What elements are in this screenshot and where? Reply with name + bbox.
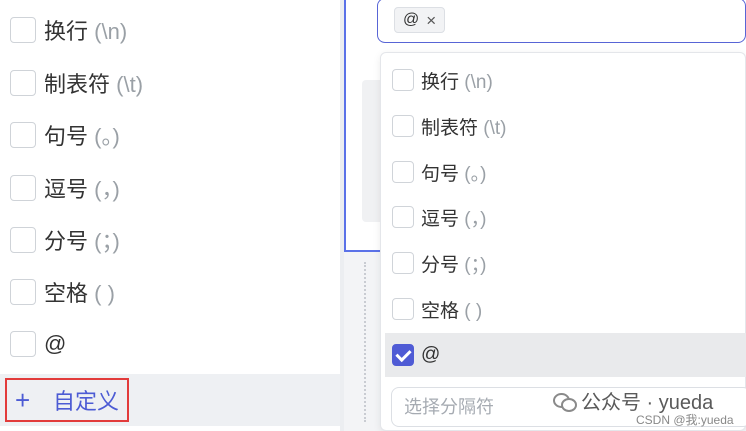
separator-dropdown: 换行 (\n) 制表符 (\t) 句号 (。) 逗号 (，) 分号 (；) 空格… — [380, 52, 746, 431]
left-option-period[interactable]: 句号 (。) — [0, 113, 340, 157]
option-label: @ — [421, 344, 441, 365]
checked-checkbox[interactable] — [392, 344, 414, 366]
option-hint: (；) — [464, 254, 487, 276]
csdn-watermark: CSDN @我:yueda — [636, 413, 734, 427]
option-label: 制表符 — [421, 117, 479, 139]
option-hint: ( ) — [464, 300, 483, 322]
checkbox[interactable] — [10, 17, 36, 43]
dropdown-option-semicolon[interactable]: 分号 (；) — [385, 241, 746, 285]
option-label: 制表符 — [44, 72, 111, 97]
option-label: 逗号 — [421, 208, 460, 230]
checkbox[interactable] — [392, 161, 414, 183]
checkbox[interactable] — [392, 69, 414, 91]
custom-separator-button[interactable]: + 自定义 — [0, 374, 340, 426]
option-label: 句号 — [44, 124, 89, 149]
option-label: 分号 — [44, 229, 89, 254]
checkbox[interactable] — [10, 70, 36, 96]
option-label: 句号 — [421, 163, 460, 185]
left-option-tab[interactable]: 制表符 (\t) — [0, 61, 340, 105]
checkbox[interactable] — [392, 115, 414, 137]
option-hint: (\n) — [94, 19, 128, 44]
option-label: 换行 — [44, 19, 89, 44]
tag-label: @ — [403, 11, 420, 28]
checkbox[interactable] — [10, 122, 36, 148]
dropdown-option-comma[interactable]: 逗号 (，) — [385, 195, 746, 239]
option-hint: (。) — [464, 163, 487, 185]
separator-select[interactable]: @ × — [377, 0, 746, 43]
option-label: 空格 — [421, 300, 460, 322]
left-option-newline[interactable]: 换行 (\n) — [0, 8, 340, 52]
option-hint: (；) — [94, 229, 120, 254]
option-hint: (\t) — [116, 72, 144, 97]
dropdown-option-period[interactable]: 句号 (。) — [385, 150, 746, 194]
option-label: 空格 — [44, 281, 89, 306]
left-option-space[interactable]: 空格 ( ) — [0, 270, 340, 314]
option-label: 分号 — [421, 254, 460, 276]
option-label: 逗号 — [44, 177, 89, 202]
option-hint: ( ) — [94, 281, 115, 306]
wechat-icon — [553, 391, 577, 412]
plus-icon: + — [15, 385, 31, 415]
dropdown-option-space[interactable]: 空格 ( ) — [385, 287, 746, 331]
left-panel: 换行 (\n) 制表符 (\t) 句号 (。) 逗号 (，) 分号 (；) 空格… — [0, 0, 344, 431]
left-option-semicolon[interactable]: 分号 (；) — [0, 218, 340, 262]
option-label: @ — [44, 331, 67, 356]
dropdown-option-newline[interactable]: 换行 (\n) — [385, 58, 746, 102]
left-option-at[interactable]: @ — [0, 322, 340, 366]
dropdown-option-tab[interactable]: 制表符 (\t) — [385, 104, 746, 148]
checkbox[interactable] — [10, 279, 36, 305]
close-icon[interactable]: × — [426, 12, 436, 29]
option-hint: (\t) — [483, 117, 507, 139]
checkbox[interactable] — [10, 331, 36, 357]
left-option-comma[interactable]: 逗号 (，) — [0, 166, 340, 210]
option-hint: (\n) — [464, 71, 493, 93]
checkbox[interactable] — [392, 298, 414, 320]
checkbox[interactable] — [10, 175, 36, 201]
checkbox[interactable] — [10, 227, 36, 253]
highlight-box: + 自定义 — [5, 378, 129, 422]
checkbox[interactable] — [392, 252, 414, 274]
checkbox[interactable] — [392, 206, 414, 228]
selected-tag[interactable]: @ × — [394, 7, 446, 33]
option-label: 换行 — [421, 71, 460, 93]
option-hint: (，) — [94, 177, 120, 202]
option-hint: (，) — [464, 208, 487, 230]
option-hint: (。) — [94, 124, 120, 149]
dotted-guide — [364, 262, 367, 422]
custom-label: 自定义 — [53, 389, 120, 414]
dropdown-option-at[interactable]: @ — [385, 333, 746, 377]
